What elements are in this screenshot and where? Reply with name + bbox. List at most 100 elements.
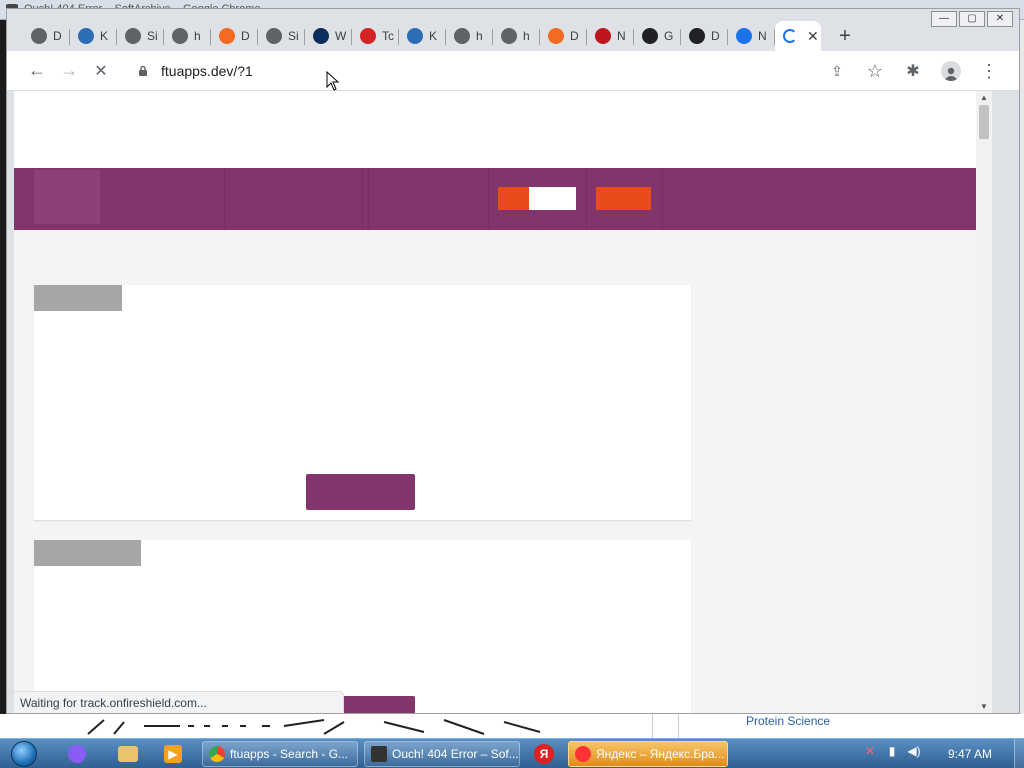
show-desktop-button[interactable] [1014, 739, 1024, 768]
chevron-up-icon [642, 28, 658, 44]
file-explorer-icon[interactable] [118, 746, 138, 762]
browser-tab[interactable]: h [164, 21, 211, 51]
alice-assistant-icon[interactable] [68, 745, 86, 763]
browser-tab[interactable]: N [728, 21, 775, 51]
tab-title: K [429, 29, 438, 43]
url-text: ftuapps.dev/?1 [161, 63, 253, 79]
browser-tab[interactable]: N [587, 21, 634, 51]
chrome-menu-button[interactable]: ⋮ [973, 55, 1005, 87]
tabs: D K Si h D Si W Tc Kh h D N G D N ✕ + [23, 21, 859, 51]
browser-tab[interactable]: D [23, 21, 70, 51]
tab-title: h [476, 29, 483, 43]
window-controls: — ▢ ✕ [931, 11, 1013, 27]
maximize-button[interactable]: ▢ [959, 11, 985, 27]
tab-title: h [523, 29, 530, 43]
start-button[interactable] [6, 740, 42, 768]
k-logo-icon [407, 28, 423, 44]
stop-loading-button[interactable]: ✕ [85, 55, 117, 87]
browser-tab[interactable]: G [634, 21, 681, 51]
browser-tab[interactable]: D [211, 21, 258, 51]
browser-tab[interactable]: Si [117, 21, 164, 51]
extensions-button[interactable]: ✱ [897, 55, 929, 87]
drop-icon [736, 28, 752, 44]
yandex-icon[interactable]: Я [534, 744, 554, 764]
layers-icon [219, 28, 235, 44]
power-red-icon [595, 28, 611, 44]
share-button[interactable]: ⇪ [821, 55, 853, 87]
scroll-up-arrow-icon[interactable]: ▲ [980, 93, 988, 102]
toolbar-actions: ⇪ ☆ ✱ ⋮ [821, 55, 1005, 87]
tab-title: D [570, 29, 579, 43]
system-tray: ✕ ▮ ◀) [862, 743, 922, 759]
system-clock[interactable]: 9:47 AM [948, 747, 992, 761]
browser-toolbar: ← → ✕ ftuapps.dev/?1 ⇪ ☆ ✱ ⋮ [7, 51, 1019, 91]
profile-button[interactable] [935, 55, 967, 87]
minimize-button[interactable]: — [931, 11, 957, 27]
re-logo-icon [313, 28, 329, 44]
browser-tab[interactable]: Si [258, 21, 305, 51]
forward-button[interactable]: → [53, 55, 85, 87]
site-navigation-bar [14, 168, 992, 230]
network-error-icon[interactable]: ✕ [862, 743, 878, 759]
tab-title: D [53, 29, 62, 43]
browser-tab[interactable]: K [399, 21, 446, 51]
nav-divider [586, 168, 587, 230]
k-logo-icon [78, 28, 94, 44]
new-tab-button[interactable]: + [831, 21, 859, 51]
tab-title: N [758, 29, 767, 43]
window-icon [371, 746, 387, 762]
background-sketch-image [87, 719, 541, 735]
browser-tab[interactable]: D [540, 21, 587, 51]
nav-secondary-button[interactable] [596, 187, 651, 210]
power-icon[interactable]: ▮ [884, 743, 900, 759]
tab-close-icon[interactable]: ✕ [807, 28, 819, 45]
card-action-button[interactable] [306, 474, 415, 510]
globe-icon [125, 28, 141, 44]
mouse-cursor-icon [326, 71, 340, 91]
back-button[interactable]: ← [21, 55, 53, 87]
browser-tab-active[interactable]: ✕ [775, 21, 821, 51]
tab-title: Tc [382, 29, 394, 43]
page-header-area [14, 91, 992, 168]
taskbar-item-label: Яндекс – Яндекс.Бра... [596, 747, 725, 761]
page-scrollbar[interactable]: ▲ ▼ [976, 91, 992, 713]
tab-title: h [194, 29, 201, 43]
taskbar-item-label: Ouch! 404 Error – Sof... [392, 747, 519, 761]
background-divider [652, 714, 653, 738]
yandex-browser-icon [575, 746, 591, 762]
scrollbar-thumb[interactable] [979, 105, 989, 139]
tab-title: Si [288, 29, 299, 43]
layers-icon [548, 28, 564, 44]
tab-title: K [100, 29, 109, 43]
card-heading-placeholder [34, 285, 122, 311]
taskbar-item-yandex-browser[interactable]: Яндекс – Яндекс.Бра... [568, 741, 728, 767]
tab-title: N [617, 29, 626, 43]
media-player-icon[interactable]: ▶ [164, 745, 182, 763]
taskbar-item-chrome[interactable]: ftuapps - Search - G... [202, 741, 358, 767]
monitor-icon [689, 28, 705, 44]
scroll-down-arrow-icon[interactable]: ▼ [980, 702, 988, 711]
tab-title: D [711, 29, 720, 43]
bookmark-star-button[interactable]: ☆ [859, 55, 891, 87]
close-window-button[interactable]: ✕ [987, 11, 1013, 27]
address-bar[interactable]: ftuapps.dev/?1 [127, 57, 859, 85]
tab-title: Si [147, 29, 158, 43]
site-logo-placeholder[interactable] [34, 170, 100, 224]
card-heading-placeholder [34, 540, 141, 566]
tab-strip: — ▢ ✕ D K Si h D Si W Tc Kh h D N G D N ✕ + [7, 9, 1019, 57]
browser-tab[interactable]: W [305, 21, 352, 51]
background-link[interactable]: Protein Science [746, 714, 830, 728]
volume-icon[interactable]: ◀) [906, 743, 922, 759]
browser-tab[interactable]: h [493, 21, 540, 51]
browser-tab[interactable]: h [446, 21, 493, 51]
background-divider [678, 714, 679, 738]
globe-icon [31, 28, 47, 44]
globe-icon [172, 28, 188, 44]
browser-tab[interactable]: Tc [352, 21, 399, 51]
nav-action-button[interactable] [498, 187, 576, 210]
browser-tab[interactable]: D [681, 21, 728, 51]
windows-logo-icon [11, 741, 37, 767]
browser-tab[interactable]: K [70, 21, 117, 51]
lock-icon [139, 65, 147, 76]
taskbar-item-softarchive[interactable]: Ouch! 404 Error – Sof... [364, 741, 520, 767]
